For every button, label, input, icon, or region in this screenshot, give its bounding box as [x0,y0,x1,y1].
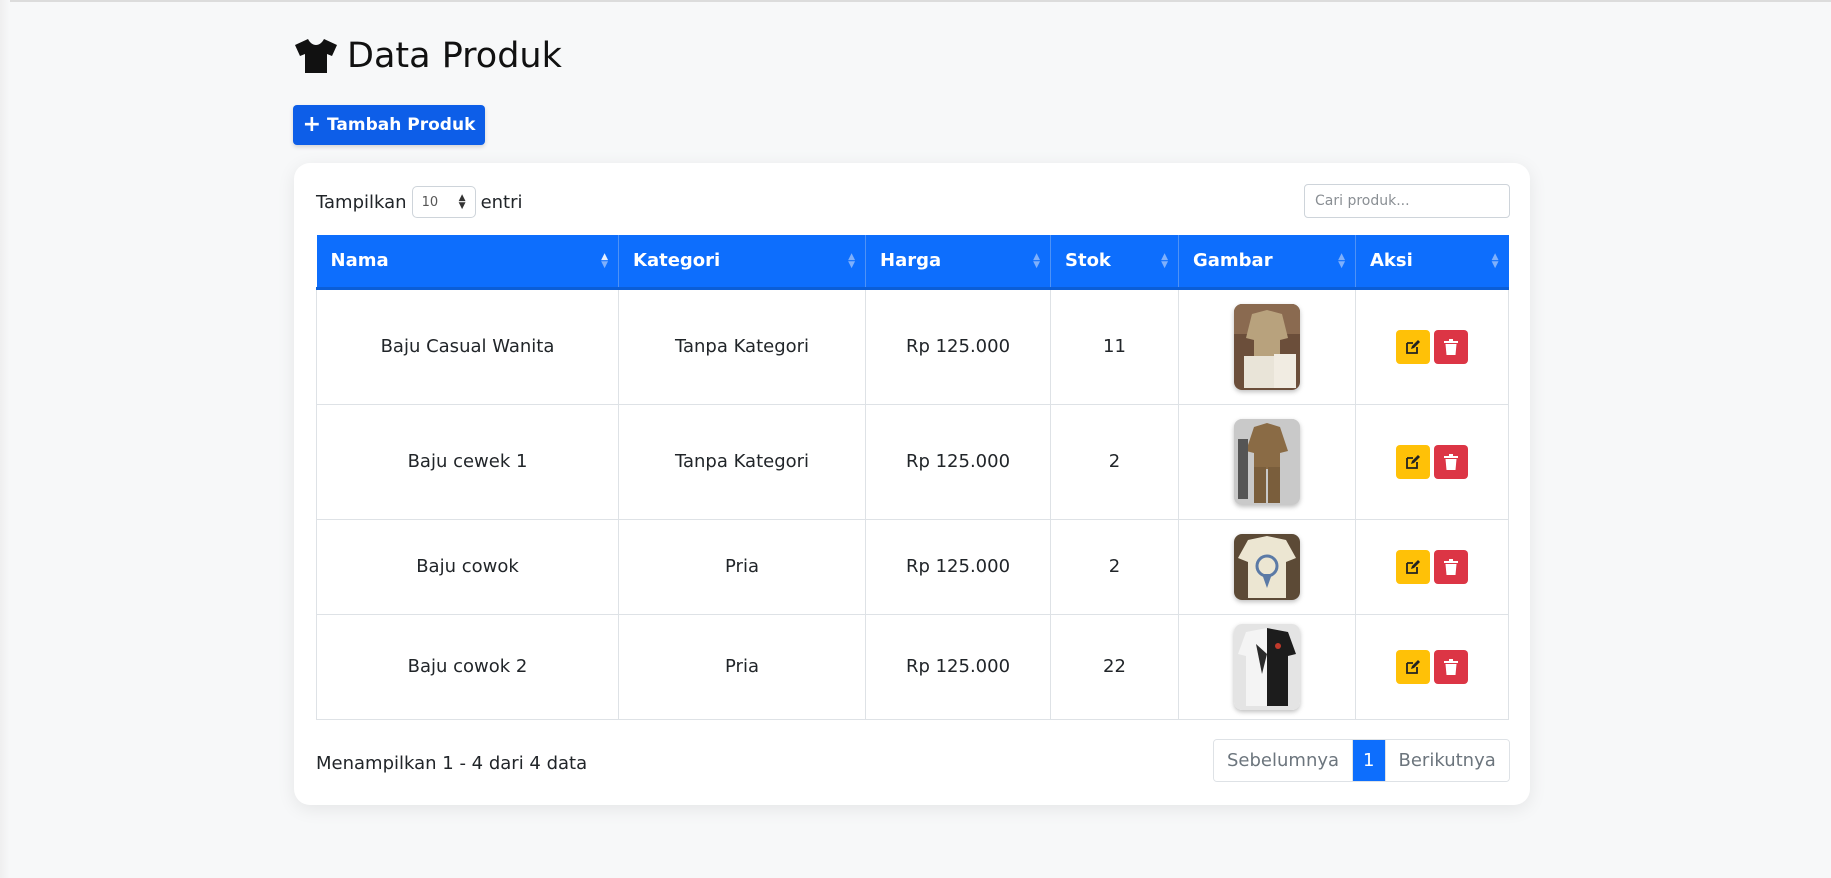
row-actions [1364,329,1500,364]
edit-icon [1406,339,1420,354]
trash-icon [1444,338,1458,355]
cell-nama: Baju cowok 2 [316,613,619,720]
select-arrows-icon: ▲ ▼ [458,193,466,211]
cell-aksi [1355,287,1509,405]
column-header-kategori[interactable]: Kategori ▲ ▼ [618,235,866,290]
product-image [1234,418,1300,505]
column-header-stok[interactable]: Stok ▲ ▼ [1050,235,1179,290]
cell-nama: Baju Casual Wanita [316,287,619,405]
cell-harga: Rp 125.000 [865,518,1051,615]
plus-icon: + [302,112,322,137]
column-header-harga[interactable]: Harga ▲ ▼ [865,235,1051,290]
edit-button[interactable] [1396,549,1430,584]
top-border [0,0,1831,2]
product-table-card: Tampilkan 10 ▲▼ entri Nama ▲▼ Kategori [294,163,1530,805]
cell-harga: Rp 125.000 [865,403,1051,520]
entries-select-value: 10 [421,194,439,210]
column-header-aksi[interactable]: Aksi ▲ ▼ [1355,235,1509,290]
cell-kategori: Pria [618,613,866,720]
sort-icon: ▲ ▼ [1491,251,1499,270]
page-title: Data Produk [293,36,562,76]
cell-gambar [1178,518,1356,615]
edit-icon [1406,559,1420,574]
edit-icon [1406,659,1420,674]
sort-icon: ▲ ▼ [848,251,855,270]
cell-aksi [1355,613,1509,720]
sort-asc-icon: ▲ ▼ [601,251,608,270]
product-table: Nama ▲▼ Kategori ▲▼ Harga ▲▼ Stok ▲▼ [316,235,1509,720]
row-actions [1364,649,1500,684]
cell-kategori: Tanpa Kategori [618,287,866,405]
entries-length-control: Tampilkan 10 ▲ ▼ entri [316,185,523,219]
entries-suffix: entri [480,191,523,213]
cell-gambar [1178,287,1356,405]
column-header-nama[interactable]: Nama ▲ ▼ [316,235,619,290]
delete-button[interactable] [1434,329,1468,364]
row-actions [1364,444,1500,479]
pagination-prev[interactable]: Sebelumnya [1214,740,1353,781]
edit-icon [1406,454,1420,469]
sort-icon: ▲ ▼ [1161,251,1168,270]
entries-select[interactable]: 10 ▲ ▼ [411,186,476,218]
cell-stok: 22 [1050,613,1179,720]
tshirt-icon [293,36,339,76]
cell-nama: Baju cowok [316,518,619,615]
table-info: Menampilkan 1 - 4 dari 4 data [316,753,588,774]
delete-button[interactable] [1434,549,1468,584]
cell-aksi [1355,518,1509,615]
delete-button[interactable] [1434,444,1468,479]
page-title-text: Data Produk [347,36,562,76]
cell-gambar [1178,613,1356,720]
cell-kategori: Pria [618,518,866,615]
product-image [1234,533,1300,600]
pagination-page-1[interactable]: 1 [1352,740,1385,781]
cell-stok: 2 [1050,403,1179,520]
table-row: Baju cowok 2 Pria Rp 125.000 22 [316,613,1509,720]
cell-kategori: Tanpa Kategori [618,403,866,520]
trash-icon [1444,658,1458,675]
table-header-row: Nama ▲▼ Kategori ▲▼ Harga ▲▼ Stok ▲▼ [316,235,1509,290]
trash-icon [1444,558,1458,575]
table-row: Baju cewek 1 Tanpa Kategori Rp 125.000 2 [316,403,1509,520]
add-product-button[interactable]: + Tambah Produk [293,105,485,145]
add-product-label: Tambah Produk [327,115,476,135]
edit-button[interactable] [1396,444,1430,479]
left-shadow [0,0,10,878]
product-image [1234,303,1300,390]
product-image [1234,623,1300,710]
cell-harga: Rp 125.000 [865,613,1051,720]
sort-icon: ▲ ▼ [1338,251,1345,270]
search-input[interactable] [1304,184,1510,218]
cell-nama: Baju cewek 1 [316,403,619,520]
table-row: Baju cowok Pria Rp 125.000 2 [316,518,1509,615]
trash-icon [1444,453,1458,470]
cell-harga: Rp 125.000 [865,287,1051,405]
edit-button[interactable] [1396,649,1430,684]
entries-prefix: Tampilkan [316,191,407,213]
cell-stok: 11 [1050,287,1179,405]
cell-stok: 2 [1050,518,1179,615]
sort-icon: ▲ ▼ [1033,251,1040,270]
delete-button[interactable] [1434,649,1468,684]
cell-gambar [1178,403,1356,520]
pagination: Sebelumnya 1 Berikutnya [1213,739,1510,782]
edit-button[interactable] [1396,329,1430,364]
row-actions [1364,549,1500,584]
table-row: Baju Casual Wanita Tanpa Kategori Rp 125… [316,287,1509,405]
pagination-next[interactable]: Berikutnya [1384,740,1509,781]
column-header-gambar[interactable]: Gambar ▲ ▼ [1178,235,1356,290]
cell-aksi [1355,403,1509,520]
